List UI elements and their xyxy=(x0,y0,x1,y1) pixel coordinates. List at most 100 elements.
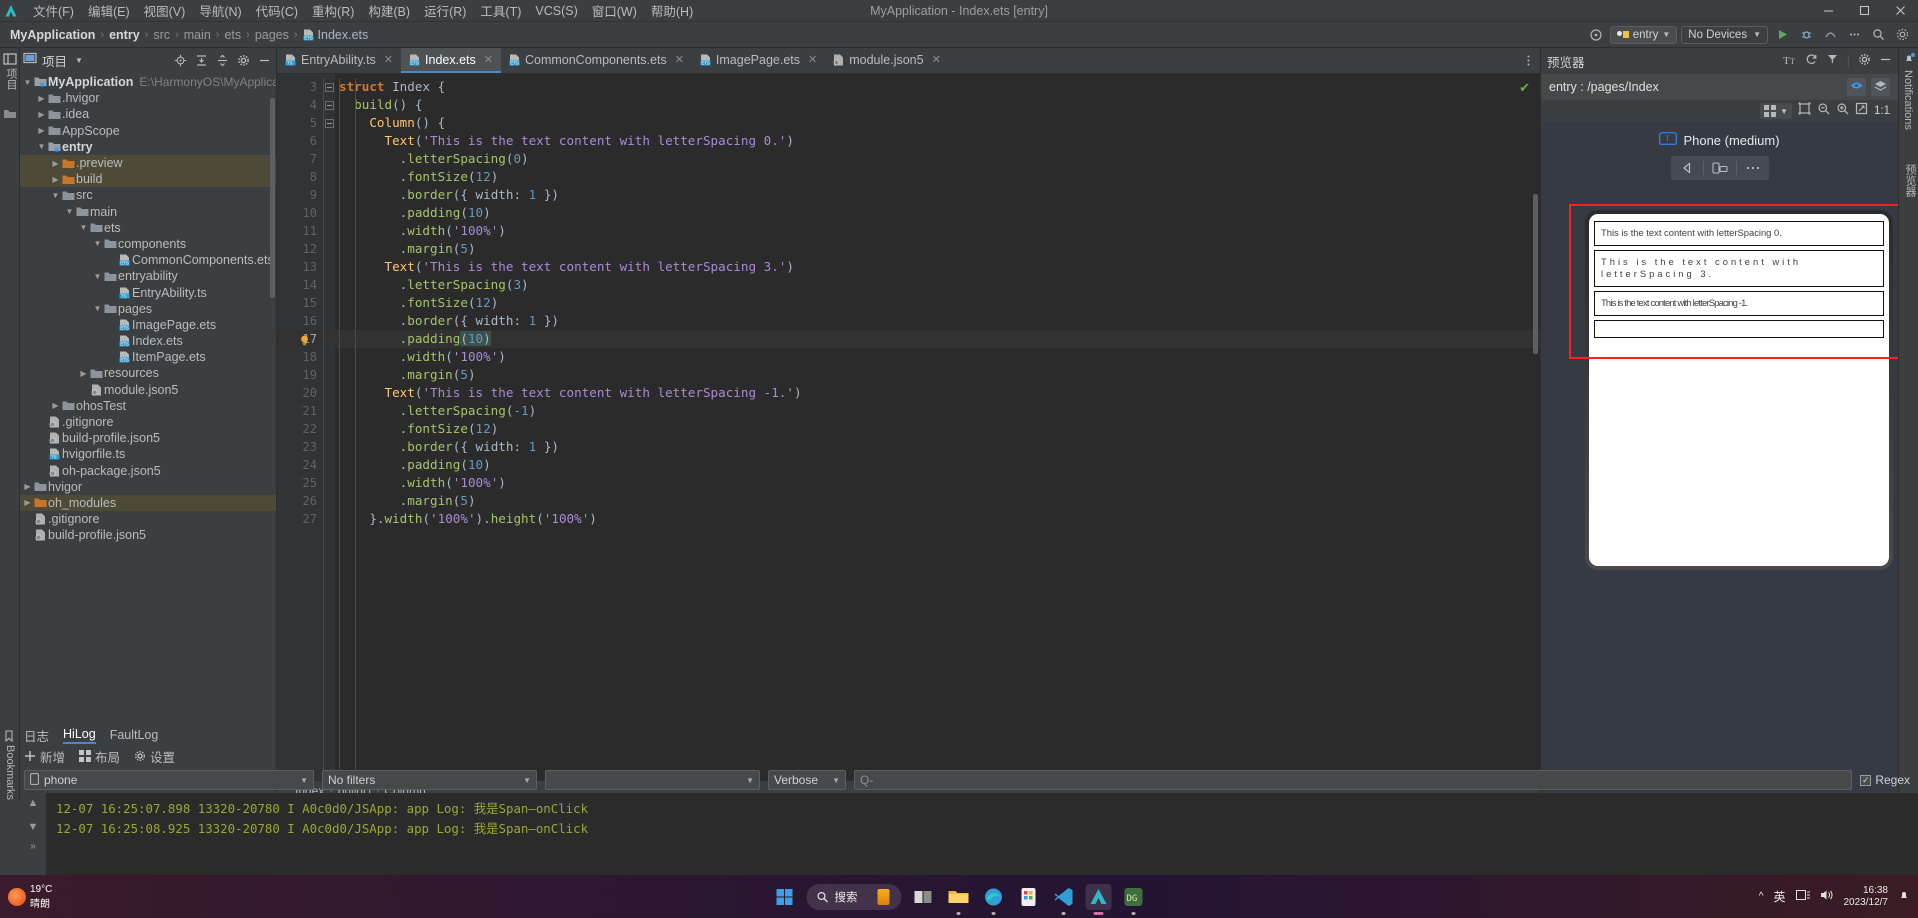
code-line[interactable]: .margin(5) xyxy=(335,240,1540,258)
tree-item--idea[interactable]: ▶ .idea xyxy=(20,106,276,122)
run-configuration-selector[interactable]: entry ▼ xyxy=(1609,25,1678,44)
grid-layout-icon[interactable]: ▼ xyxy=(1760,103,1792,119)
bookmarks-rail-label[interactable]: Bookmarks xyxy=(4,745,16,800)
chevron-right-icon[interactable]: ▶ xyxy=(22,498,33,507)
menu-item-8[interactable]: 工具(T) xyxy=(473,0,528,22)
regex-checkbox[interactable]: ✓ Regex xyxy=(1860,773,1910,787)
chevron-down-icon[interactable]: ▼ xyxy=(50,191,61,200)
fold-toggle-icon[interactable] xyxy=(323,114,335,132)
more-run-icon[interactable] xyxy=(1844,25,1864,45)
tree-item-commoncomponents-ets[interactable]: ETS CommonComponents.ets xyxy=(20,252,276,268)
debug-icon[interactable] xyxy=(1796,25,1816,45)
collapse-all-icon[interactable] xyxy=(213,51,231,69)
search-everywhere-icon[interactable] xyxy=(1586,25,1606,45)
tray-expand-icon[interactable]: ^ xyxy=(1759,891,1764,902)
rotate-device-button[interactable] xyxy=(1704,161,1737,175)
profile-icon[interactable] xyxy=(1820,25,1840,45)
code-line[interactable]: build() { xyxy=(335,96,1540,114)
log-tab-faultlog[interactable]: FaultLog xyxy=(110,728,159,742)
fold-toggle-icon[interactable] xyxy=(323,78,335,96)
process-filter-select[interactable]: ▼ xyxy=(545,770,760,790)
close-tab-icon[interactable]: ✕ xyxy=(932,53,941,66)
tree-item--gitignore[interactable]: .gitignore xyxy=(20,414,276,430)
maximize-button[interactable] xyxy=(1846,0,1882,22)
code-line[interactable]: Text('This is the text content with lett… xyxy=(335,258,1540,276)
taskbar-clock[interactable]: 16:38 2023/12/7 xyxy=(1844,885,1889,909)
chevron-right-icon[interactable]: ▶ xyxy=(50,175,61,184)
back-button[interactable] xyxy=(1671,161,1704,175)
breadcrumb-item-src[interactable]: src xyxy=(153,28,170,42)
close-tab-icon[interactable]: ✕ xyxy=(808,53,817,66)
log-toolbar-新增[interactable]: 新增 xyxy=(24,747,65,766)
inspector-icon[interactable] xyxy=(1826,53,1839,69)
tree-item--hvigor[interactable]: ▶ .hvigor xyxy=(20,90,276,106)
code-editor[interactable]: 3 4 5 6 7 8 9 10 11 12 13 14 15 16 17 18 19 20 21 22 23 24 25 2… xyxy=(277,74,1540,780)
chevron-down-icon[interactable]: ▼ xyxy=(92,272,103,281)
minimize-button[interactable] xyxy=(1810,0,1846,22)
chevron-down-icon[interactable]: ▼ xyxy=(36,142,47,151)
fold-toggle-icon[interactable] xyxy=(323,96,335,114)
code-line[interactable]: .width('100%') xyxy=(335,222,1540,240)
code-line[interactable]: }.width('100%').height('100%') xyxy=(335,510,1540,528)
project-tree[interactable]: ▼MyApplicationE:\HarmonyOS\MyApplicatio▶… xyxy=(20,72,276,800)
device-filter-select[interactable]: phone ▼ xyxy=(24,770,314,790)
tree-item--gitignore[interactable]: .gitignore xyxy=(20,511,276,527)
previewer-hide-icon[interactable] xyxy=(1879,53,1892,69)
bookmark-icon[interactable] xyxy=(3,729,15,747)
log-toolbar-设置[interactable]: 设置 xyxy=(134,747,175,766)
tree-item-oh-package-json5[interactable]: oh-package.json5 xyxy=(20,463,276,479)
menu-item-9[interactable]: VCS(S) xyxy=(528,2,584,20)
breadcrumb-item-myapplication[interactable]: MyApplication xyxy=(10,28,95,42)
tree-item-ets[interactable]: ▼ ets xyxy=(20,220,276,236)
notifications-label[interactable]: Notifications xyxy=(1902,70,1914,130)
code-line[interactable]: Text('This is the text content with lett… xyxy=(335,384,1540,402)
project-panel-icon[interactable] xyxy=(3,52,17,66)
tab-options-icon[interactable] xyxy=(1516,48,1540,73)
tree-item-itempage-ets[interactable]: ETS ItemPage.ets xyxy=(20,349,276,365)
code-line[interactable]: .padding(10) xyxy=(335,330,1540,348)
menu-item-6[interactable]: 构建(B) xyxy=(361,0,417,22)
tree-item-oh_modules[interactable]: ▶ oh_modules xyxy=(20,494,276,512)
chevron-down-icon[interactable]: ▼ xyxy=(92,239,103,248)
left-rail-label[interactable]: 项目 xyxy=(3,68,19,90)
code-fold-gutter[interactable] xyxy=(323,74,335,780)
more-device-options-button[interactable] xyxy=(1737,165,1769,171)
chevron-right-icon[interactable]: ▶ xyxy=(50,159,61,168)
code-line[interactable]: struct Index { xyxy=(335,78,1540,96)
chevron-right-icon[interactable]: ▶ xyxy=(36,110,47,119)
breadcrumb-item-main[interactable]: main xyxy=(184,28,211,42)
font-size-icon[interactable]: TT xyxy=(1783,54,1797,69)
code-line[interactable]: .padding(10) xyxy=(335,456,1540,474)
tray-input-icon[interactable] xyxy=(1795,889,1810,904)
start-button[interactable] xyxy=(772,884,798,910)
tree-item-entryability[interactable]: ▼ entryability xyxy=(20,268,276,284)
explorer-button[interactable] xyxy=(946,884,972,915)
chevron-down-icon[interactable]: ▼ xyxy=(92,304,103,313)
preview-layers-icon[interactable] xyxy=(1871,78,1890,96)
structure-panel-icon[interactable] xyxy=(3,106,17,120)
code-line[interactable]: .margin(5) xyxy=(335,492,1540,510)
gear-icon[interactable] xyxy=(234,51,252,69)
tree-item-ohostest[interactable]: ▶ ohosTest xyxy=(20,398,276,414)
menu-item-10[interactable]: 窗口(W) xyxy=(585,0,644,22)
search-icon[interactable] xyxy=(1868,25,1888,45)
log-level-select[interactable]: Verbose ▼ xyxy=(768,770,846,790)
code-line[interactable]: .margin(5) xyxy=(335,366,1540,384)
intention-bulb-icon[interactable] xyxy=(299,333,310,346)
tree-item-hvigor[interactable]: ▶ hvigor xyxy=(20,479,276,495)
previewer-rail-label[interactable]: 预览器 xyxy=(1902,164,1918,197)
close-tab-icon[interactable]: ✕ xyxy=(484,53,493,66)
previewer-canvas[interactable]: T Phone (medium) This is the text conten… xyxy=(1541,122,1898,800)
menu-item-2[interactable]: 视图(V) xyxy=(137,0,193,22)
chevron-down-icon[interactable]: ▼ xyxy=(64,207,75,216)
log-tab-hilog[interactable]: HiLog xyxy=(63,727,96,744)
taskbar-weather-widget[interactable]: 19°C 晴朗 xyxy=(8,884,52,910)
zoom-out-icon[interactable] xyxy=(1817,102,1830,120)
notifications-bell-icon[interactable] xyxy=(1902,52,1916,66)
chevron-right-icon[interactable]: ▶ xyxy=(36,94,47,103)
chevron-right-icon[interactable]: ▶ xyxy=(22,482,33,491)
tree-item-myapplication[interactable]: ▼ MyApplication E:\HarmonyOS\MyApplicatio xyxy=(20,74,276,90)
edge-button[interactable] xyxy=(981,884,1007,915)
code-line[interactable]: .letterSpacing(0) xyxy=(335,150,1540,168)
code-line[interactable]: .width('100%') xyxy=(335,474,1540,492)
